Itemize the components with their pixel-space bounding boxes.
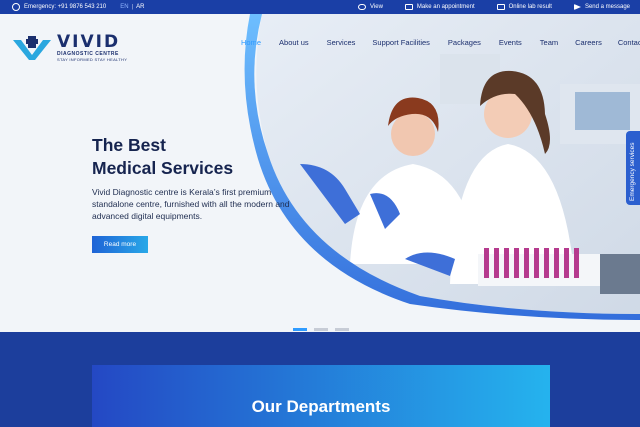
nav-events[interactable]: Events [499, 38, 522, 47]
view-link[interactable]: View [358, 4, 383, 10]
nav-packages[interactable]: Packages [448, 38, 481, 47]
emergency-phone[interactable]: Emergency: +91 9876 543 210 [24, 4, 106, 10]
document-icon [496, 4, 505, 10]
nav-services[interactable]: Services [327, 38, 356, 47]
hero-headline: The Best Medical Services [92, 134, 233, 180]
slider-dots [293, 328, 349, 331]
lang-en[interactable]: EN [120, 4, 128, 10]
lang-separator: | [131, 4, 134, 10]
nav-about-us[interactable]: About us [279, 38, 309, 47]
main-nav: Home About us Services Support Facilitie… [241, 38, 640, 47]
slide-dot-1[interactable] [293, 328, 307, 331]
eye-icon [358, 4, 366, 10]
departments-section: Our Departments [0, 332, 640, 427]
hero-description: Vivid Diagnostic centre is Kerala’s firs… [92, 187, 290, 221]
slide-dot-2[interactable] [314, 328, 328, 331]
departments-card: Our Departments [92, 365, 550, 427]
send-message-label: Send a message [584, 4, 630, 10]
headline-line-2: Medical Services [92, 158, 234, 178]
lang-ar[interactable]: AR [136, 4, 144, 10]
calendar-icon [404, 4, 413, 10]
nav-careers[interactable]: Careers [575, 38, 602, 47]
lab-result-link[interactable]: Online lab result [496, 4, 552, 10]
slide-dot-3[interactable] [335, 328, 349, 331]
paper-plane-icon [573, 4, 581, 10]
logo-name: VIVID [57, 32, 121, 52]
read-more-button[interactable]: Read more [92, 236, 148, 253]
appointment-label: Make an appointment [416, 4, 475, 10]
nav-team[interactable]: Team [540, 38, 558, 47]
phone-icon [12, 3, 20, 11]
emergency-services-label: Emergency services [629, 142, 636, 201]
appointment-link[interactable]: Make an appointment [404, 4, 475, 10]
nav-support-facilities[interactable]: Support Facilities [372, 38, 430, 47]
view-label: View [370, 4, 383, 10]
departments-title: Our Departments [251, 397, 391, 416]
send-message-link[interactable]: Send a message [573, 4, 630, 10]
logo-icon [13, 36, 51, 60]
nav-home[interactable]: Home [241, 38, 261, 47]
logo-tagline: STAY INFORMED STAY HEALTHY [57, 57, 128, 62]
emergency-services-tab[interactable]: Emergency services [626, 131, 640, 205]
language-switcher: EN | AR [120, 4, 144, 10]
top-bar: Emergency: +91 9876 543 210 EN | AR View… [0, 0, 640, 14]
lab-result-label: Online lab result [508, 4, 552, 10]
nav-contact-us[interactable]: Contact us [618, 38, 640, 47]
site-logo[interactable]: VIVID DIAGNOSTIC CENTRE STAY INFORMED ST… [13, 34, 127, 62]
headline-line-1: The Best [92, 135, 166, 155]
